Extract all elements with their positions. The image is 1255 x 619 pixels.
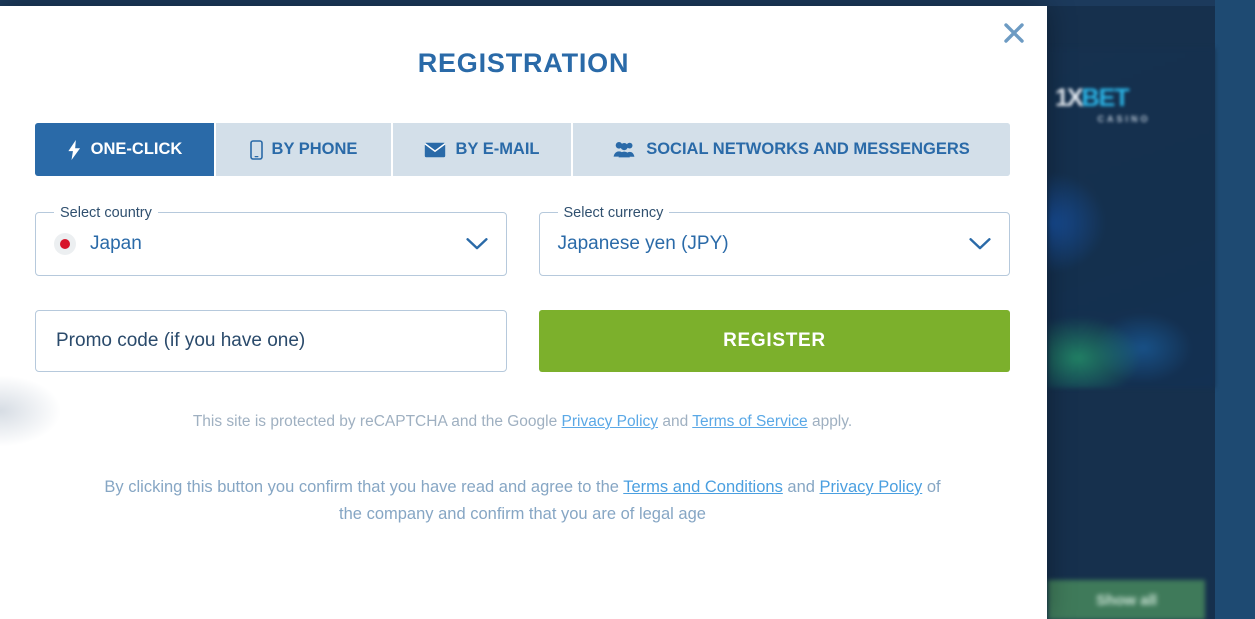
terms-and-conditions-link[interactable]: Terms and Conditions	[623, 478, 783, 496]
selects-row: Select country Japan Select currency Jap…	[35, 204, 1010, 276]
recaptcha-notice-part1: This site is protected by reCAPTCHA and …	[192, 413, 562, 430]
tab-social-networks[interactable]: SOCIAL NETWORKS AND MESSENGERS	[573, 123, 1010, 176]
tab-by-phone-label: BY PHONE	[271, 140, 358, 158]
promo-and-submit-row: REGISTER	[35, 310, 1010, 372]
currency-select-value: Japanese yen (JPY)	[557, 233, 729, 254]
tab-by-email-label: BY E-MAIL	[455, 140, 540, 158]
chevron-down-icon[interactable]	[465, 238, 488, 251]
terms-notice-part1: By clicking this button you confirm that…	[104, 478, 624, 496]
japan-flag-icon	[54, 233, 76, 255]
recaptcha-notice-part2: and	[658, 413, 693, 430]
chevron-down-icon[interactable]	[969, 238, 991, 251]
recaptcha-notice: This site is protected by reCAPTCHA and …	[35, 411, 1010, 433]
terms-notice: By clicking this button you confirm that…	[100, 474, 945, 528]
mobile-phone-icon	[249, 139, 263, 160]
recaptcha-privacy-policy-link[interactable]: Privacy Policy	[562, 413, 658, 430]
currency-select-label: Select currency	[557, 204, 670, 222]
register-button[interactable]: REGISTER	[539, 310, 1010, 372]
recaptcha-notice-part3: apply.	[807, 413, 853, 430]
recaptcha-terms-of-service-link[interactable]: Terms of Service	[692, 413, 807, 430]
tab-social-networks-label: SOCIAL NETWORKS AND MESSENGERS	[646, 140, 970, 158]
envelope-icon	[424, 142, 447, 158]
users-group-icon	[613, 141, 637, 158]
registration-method-tabs: ONE-CLICK BY PHONE BY E-MAIL SOCIAL NETW…	[35, 123, 1010, 176]
tab-by-phone[interactable]: BY PHONE	[216, 123, 393, 176]
bolt-icon	[67, 139, 82, 160]
close-icon[interactable]	[999, 18, 1029, 48]
tab-one-click-label: ONE-CLICK	[90, 140, 183, 158]
registration-modal: REGISTRATION ONE-CLICK BY PHONE BY E-MAI…	[0, 6, 1047, 619]
terms-privacy-policy-link[interactable]: Privacy Policy	[820, 478, 923, 496]
country-select-value-wrap: Japan	[54, 233, 142, 255]
country-select-value: Japan	[90, 233, 142, 254]
country-select[interactable]: Select country Japan	[35, 204, 507, 276]
country-select-label: Select country	[54, 204, 158, 222]
currency-select[interactable]: Select currency Japanese yen (JPY)	[538, 204, 1010, 276]
terms-notice-part2: and	[782, 478, 820, 496]
promo-code-input[interactable]	[35, 310, 507, 372]
tab-by-email[interactable]: BY E-MAIL	[393, 123, 573, 176]
tab-one-click[interactable]: ONE-CLICK	[35, 123, 216, 176]
page-title: REGISTRATION	[417, 48, 630, 78]
